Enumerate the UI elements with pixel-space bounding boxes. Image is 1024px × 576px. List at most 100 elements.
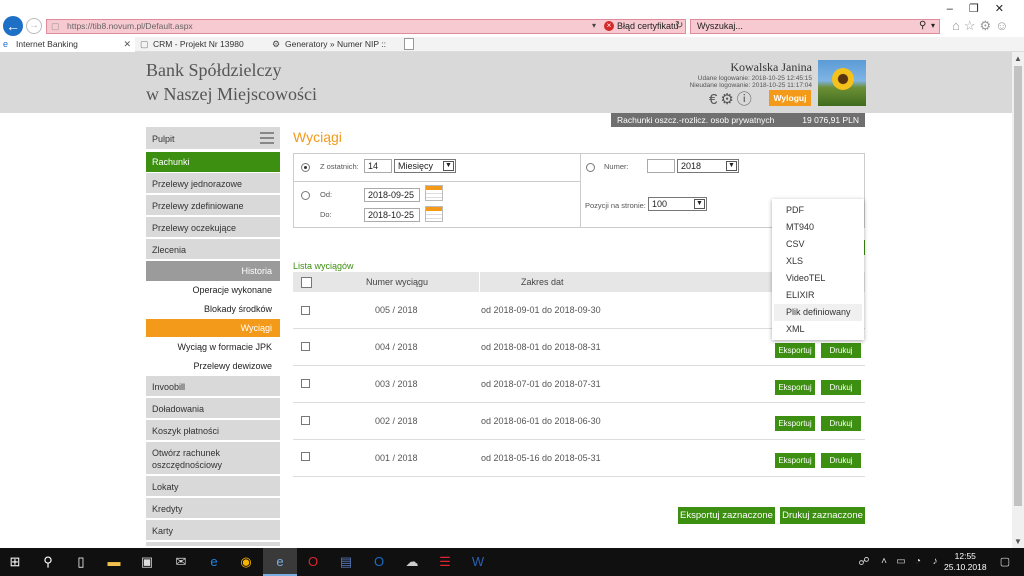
dropdown-arrow-icon[interactable]: ▾: [592, 21, 596, 30]
row-checkbox[interactable]: [301, 379, 310, 388]
print-selected-button[interactable]: Drukuj zaznaczone: [780, 507, 865, 524]
sidebar-item-przelewy-jednorazowe[interactable]: Przelewy jednorazowe: [146, 173, 280, 195]
export-button[interactable]: Eksportuj: [775, 453, 815, 468]
print-button[interactable]: Drukuj: [821, 380, 861, 395]
export-button[interactable]: Eksportuj: [775, 380, 815, 395]
save-app-icon[interactable]: ▤: [337, 553, 355, 571]
radio-number[interactable]: [586, 163, 595, 172]
tray-up-icon[interactable]: ˄: [875, 553, 893, 571]
minimize-icon[interactable]: –: [947, 3, 969, 15]
network-icon[interactable]: ◔: [909, 553, 927, 571]
search-icon[interactable]: ⚲: [919, 20, 926, 31]
chrome-icon[interactable]: ◉: [237, 553, 255, 571]
radio-last-period[interactable]: [301, 163, 310, 172]
account-selector[interactable]: Rachunki oszcz.-rozlicz. osob prywatnych…: [611, 113, 865, 127]
new-tab-button[interactable]: [404, 38, 414, 50]
network-app-icon[interactable]: ☁: [403, 553, 421, 571]
tab-crm[interactable]: ▢ CRM - Projekt Nr 13980: [137, 37, 267, 52]
sidebar-item-wyciag-jpk[interactable]: Wyciąg w formacie JPK: [146, 338, 280, 357]
smiley-icon[interactable]: ☺: [995, 18, 1012, 33]
scroll-down-icon[interactable]: ▼: [1014, 537, 1022, 546]
row-checkbox[interactable]: [301, 452, 310, 461]
sidebar-item-przelewy-oczekujace[interactable]: Przelewy oczekujące: [146, 217, 280, 239]
export-button[interactable]: Eksportuj: [775, 343, 815, 358]
radio-date-range[interactable]: [301, 191, 310, 200]
to-date-input[interactable]: 2018-10-25: [364, 208, 420, 222]
file-explorer-icon[interactable]: ▬: [105, 553, 123, 571]
mail-icon[interactable]: ✉: [172, 553, 190, 571]
close-tab-icon[interactable]: ✕: [123, 37, 131, 52]
year-select[interactable]: 2018 ▼: [677, 159, 739, 173]
row-checkbox[interactable]: [301, 342, 310, 351]
settings-icon[interactable]: ⚙: [980, 18, 996, 33]
close-icon[interactable]: ✕: [995, 3, 1020, 15]
sidebar-item-historia[interactable]: Historia: [146, 261, 280, 281]
favorites-icon[interactable]: ☆: [964, 18, 980, 33]
row-checkbox[interactable]: [301, 306, 310, 315]
windows-start-icon[interactable]: ⊞: [6, 553, 24, 571]
address-bar[interactable]: ▢ https://tib8.novum.pl/Default.aspx ▾ ×…: [46, 19, 686, 34]
number-input[interactable]: [647, 159, 675, 173]
sidebar-item-wyciagi[interactable]: Wyciągi: [146, 319, 280, 337]
from-date-input[interactable]: 2018-09-25: [364, 188, 420, 202]
sidebar-item-doladowania[interactable]: Doładowania: [146, 398, 280, 420]
edge-icon[interactable]: e: [205, 553, 223, 571]
sidebar-item-rachunki[interactable]: Rachunki: [146, 152, 280, 172]
cert-error-text[interactable]: Błąd certyfikatu: [617, 21, 679, 31]
print-button[interactable]: Drukuj: [821, 343, 861, 358]
sidebar-item-zlecenia[interactable]: Zlecenia: [146, 239, 280, 261]
sidebar-item-kredyty[interactable]: Kredyty: [146, 498, 280, 520]
help-icon[interactable]: ⓘ: [737, 91, 755, 108]
refresh-icon[interactable]: ↻: [675, 20, 683, 31]
back-button[interactable]: ←: [3, 16, 23, 36]
tray-clock[interactable]: 12:55 25.10.2018: [944, 551, 987, 573]
scroll-thumb[interactable]: [1014, 66, 1022, 506]
tab-internet-banking[interactable]: e Internet Banking ✕: [0, 37, 135, 52]
settings-icon[interactable]: ⚙: [720, 91, 736, 108]
scroll-up-icon[interactable]: ▲: [1014, 54, 1022, 63]
internet-explorer-icon[interactable]: e: [271, 553, 289, 571]
search-icon[interactable]: ⚲: [39, 553, 57, 571]
menu-item-csv[interactable]: CSV: [774, 236, 862, 253]
sidebar-item-lokaty[interactable]: Lokaty: [146, 476, 280, 498]
sidebar-item-invoobill[interactable]: Invoobill: [146, 376, 280, 398]
notifications-icon[interactable]: ▢: [996, 553, 1014, 571]
task-view-icon[interactable]: ▯: [72, 553, 90, 571]
home-icon[interactable]: ⌂: [952, 18, 964, 33]
menu-icon[interactable]: [260, 132, 274, 147]
word-icon[interactable]: W: [469, 553, 487, 571]
per-page-select[interactable]: 100 ▼: [648, 197, 707, 211]
sidebar-item-blokady-srodkow[interactable]: Blokady środków: [146, 300, 280, 319]
menu-item-mt940[interactable]: MT940: [774, 219, 862, 236]
sidebar-item-przelewy-zdefiniowane[interactable]: Przelewy zdefiniowane: [146, 195, 280, 217]
print-button[interactable]: Drukuj: [821, 416, 861, 431]
maximize-icon[interactable]: ❐: [969, 3, 995, 15]
forward-button[interactable]: →: [26, 18, 42, 34]
logout-button[interactable]: Wyloguj: [769, 90, 811, 106]
volume-icon[interactable]: ♪: [926, 553, 944, 571]
menu-item-elixir[interactable]: ELIXIR: [774, 287, 862, 304]
period-unit-select[interactable]: Miesięcy ▼: [394, 159, 456, 173]
vertical-scrollbar[interactable]: ▲ ▼: [1012, 52, 1024, 548]
opera-icon[interactable]: O: [304, 553, 322, 571]
menu-item-xls[interactable]: XLS: [774, 253, 862, 270]
sidebar-item-koszyk-platnosci[interactable]: Koszyk płatności: [146, 420, 280, 442]
tab-generatory[interactable]: ⚙ Generatory » Numer NIP :: GEN...: [269, 37, 404, 64]
calendar-icon[interactable]: [425, 206, 443, 222]
sidebar-item-otworz-rachunek[interactable]: Otwórz rachunek oszczędnościowy: [146, 442, 280, 476]
select-all-checkbox[interactable]: [301, 277, 312, 288]
search-box[interactable]: Wyszukaj... ⚲ ▾: [690, 19, 940, 34]
last-period-input[interactable]: 14: [364, 159, 392, 173]
export-selected-button[interactable]: Eksportuj zaznaczone: [678, 507, 775, 524]
print-button[interactable]: Drukuj: [821, 453, 861, 468]
menu-item-videotel[interactable]: VideoTEL: [774, 270, 862, 287]
sidebar-item-pulpit[interactable]: Pulpit: [146, 127, 280, 151]
menu-item-plik-definiowany[interactable]: Plik definiowany: [774, 304, 862, 321]
sidebar-item-operacje-wykonane[interactable]: Operacje wykonane: [146, 281, 280, 300]
store-icon[interactable]: ▣: [138, 553, 156, 571]
search-input[interactable]: Wyszukaj...: [697, 21, 743, 31]
people-icon[interactable]: ☍: [855, 553, 873, 571]
sidebar-item-karty[interactable]: Karty: [146, 520, 280, 542]
sidebar-item-przelewy-dewizowe[interactable]: Przelewy dewizowe: [146, 357, 280, 376]
menu-item-pdf[interactable]: PDF: [774, 202, 862, 219]
